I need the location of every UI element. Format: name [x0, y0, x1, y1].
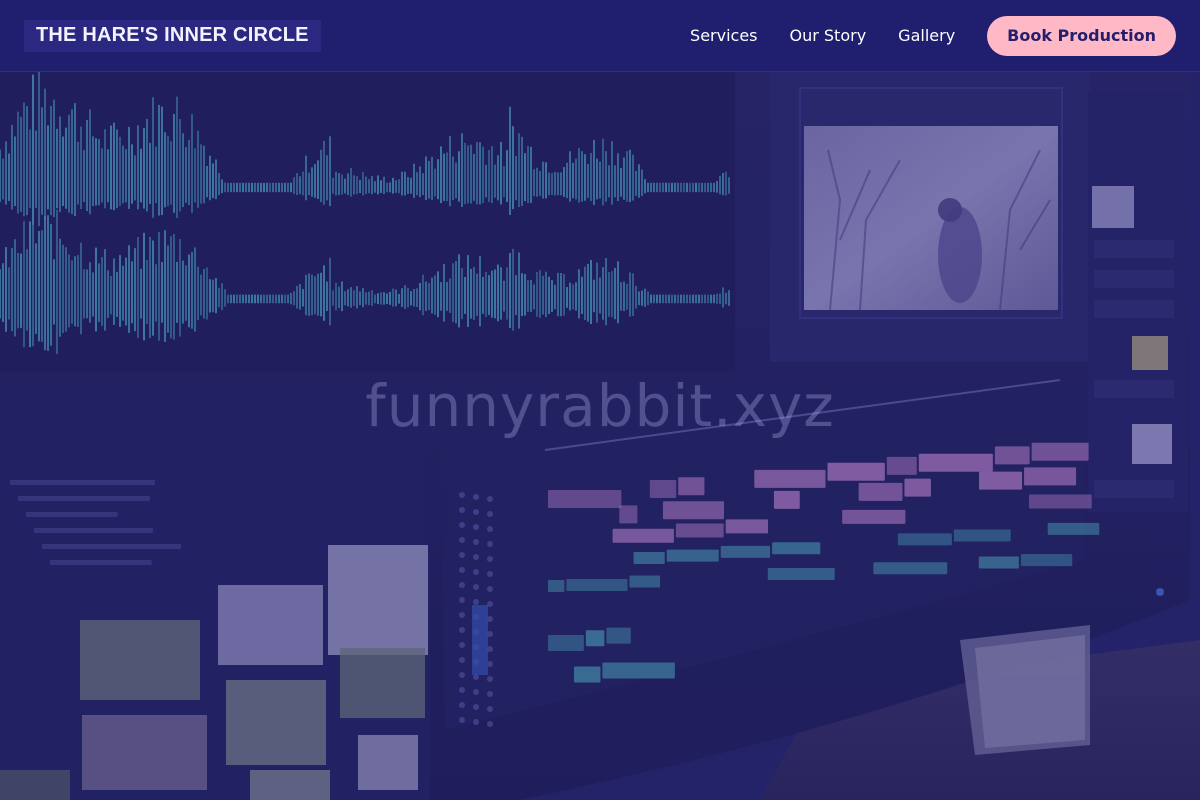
video-preview — [804, 126, 1058, 310]
nav-link-our-story[interactable]: Our Story — [790, 26, 867, 45]
waveform-panel — [0, 72, 735, 372]
brand-logo[interactable]: THE HARE'S INNER CIRCLE — [24, 19, 321, 52]
nav-links: Services Our Story Gallery Book Producti… — [690, 15, 1176, 56]
watermark-text: funnyrabbit.xyz — [365, 372, 835, 440]
nav-link-gallery[interactable]: Gallery — [898, 26, 955, 45]
book-production-button[interactable]: Book Production — [987, 15, 1176, 56]
nav-link-services[interactable]: Services — [690, 26, 757, 45]
top-navbar: THE HARE'S INNER CIRCLE Services Our Sto… — [0, 0, 1200, 72]
